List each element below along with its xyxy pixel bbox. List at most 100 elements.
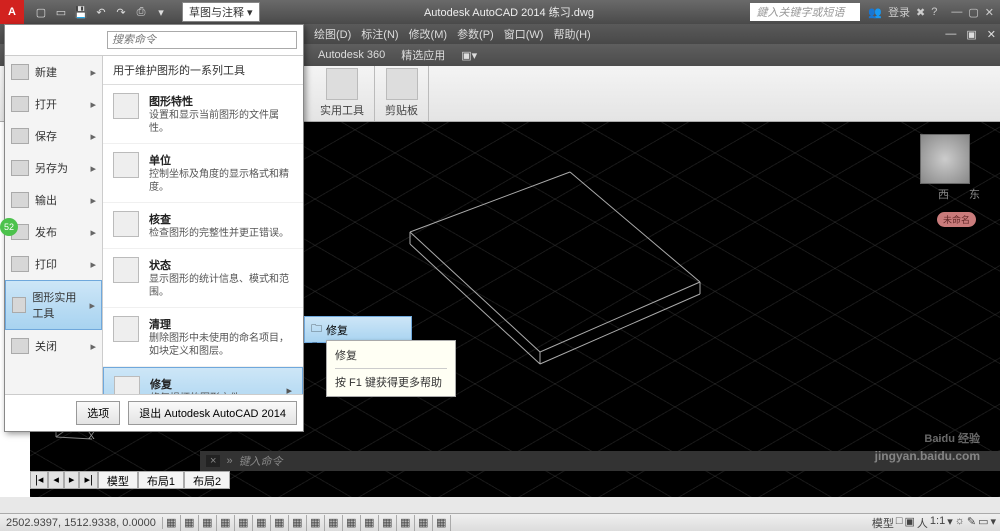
- app-menu-entry-0[interactable]: 图形特性设置和显示当前图形的文件属性。: [103, 85, 303, 144]
- status-toggle-14[interactable]: ▦: [415, 515, 433, 531]
- menu-window[interactable]: 窗口(W): [500, 26, 548, 42]
- qat-dropdown-icon[interactable]: ▾: [152, 3, 170, 21]
- status-right-4[interactable]: 1:1: [930, 515, 945, 531]
- tab-nav-next[interactable]: ▸: [64, 471, 80, 489]
- tab-layout2[interactable]: 布局2: [184, 471, 230, 489]
- tab-featured-apps[interactable]: 精选应用: [393, 47, 453, 63]
- status-toggle-9[interactable]: ▦: [325, 515, 343, 531]
- app-menu-item-8[interactable]: 关闭▸: [5, 330, 102, 362]
- help-search-input[interactable]: 鍵入关键字或短语: [750, 3, 860, 21]
- app-menu-entry-4[interactable]: 清理删除图形中未使用的命名项目，如块定义和图层。: [103, 308, 303, 367]
- status-toggle-6[interactable]: ▦: [271, 515, 289, 531]
- ribbon-group-utilities[interactable]: 实用工具: [310, 66, 375, 121]
- app-menu-item-0[interactable]: 新建▸: [5, 56, 102, 88]
- menu-item-label: 发布: [35, 224, 57, 240]
- menu-help[interactable]: 帮助(H): [549, 26, 594, 42]
- app-menu-item-6[interactable]: 打印▸: [5, 248, 102, 280]
- status-toggle-15[interactable]: ▦: [433, 515, 451, 531]
- compass-west[interactable]: 西: [938, 186, 949, 202]
- status-right-5[interactable]: ▾: [947, 515, 953, 531]
- menu-parametric[interactable]: 参数(P): [453, 26, 498, 42]
- status-right-2[interactable]: ▣: [905, 515, 915, 531]
- app-menu-item-7[interactable]: 图形实用工具▸: [5, 280, 102, 330]
- app-menu-entry-5[interactable]: 修复修复损坏的图形文件。▸: [103, 367, 303, 394]
- doc-restore-icon[interactable]: ▣: [962, 28, 980, 41]
- qat-open-icon[interactable]: ▭: [52, 3, 70, 21]
- status-toggle-7[interactable]: ▦: [289, 515, 307, 531]
- cmdline-close-icon[interactable]: ×: [206, 455, 220, 467]
- maximize-button[interactable]: ▢: [968, 6, 978, 19]
- submenu-more-icon[interactable]: 🗀: [312, 338, 323, 357]
- exit-button[interactable]: 退出 Autodesk AutoCAD 2014: [128, 401, 297, 425]
- qat-redo-icon[interactable]: ↷: [112, 3, 130, 21]
- notification-badge[interactable]: 52: [0, 218, 18, 236]
- status-toggles: ▦▦▦▦▦▦▦▦▦▦▦▦▦▦▦▦: [163, 515, 451, 531]
- ribbon-group-clipboard[interactable]: 剪贴板: [375, 66, 429, 121]
- menu-item-icon: [11, 160, 29, 176]
- status-right-8[interactable]: ▭: [978, 515, 988, 531]
- workspace-selector[interactable]: 草图与注释 ▾: [182, 2, 260, 22]
- tab-nav-prev[interactable]: ◂: [48, 471, 64, 489]
- menu-draw[interactable]: 绘图(D): [310, 26, 355, 42]
- doc-min-icon[interactable]: —: [941, 28, 960, 40]
- qat-undo-icon[interactable]: ↶: [92, 3, 110, 21]
- menu-dimension[interactable]: 标注(N): [357, 26, 402, 42]
- status-toggle-2[interactable]: ▦: [199, 515, 217, 531]
- tab-layout1[interactable]: 布局1: [138, 471, 184, 489]
- menu-modify[interactable]: 修改(M): [405, 26, 452, 42]
- status-right-7[interactable]: ✎: [967, 515, 976, 531]
- user-signin[interactable]: 登录: [888, 4, 910, 20]
- minimize-button[interactable]: —: [951, 6, 962, 19]
- tab-model[interactable]: 模型: [98, 471, 138, 489]
- tooltip: 修复 按 F1 键获得更多帮助: [326, 340, 456, 397]
- app-menu-item-5[interactable]: 发布▸: [5, 216, 102, 248]
- qat-save-icon[interactable]: 💾: [72, 3, 90, 21]
- app-menu-item-1[interactable]: 打开▸: [5, 88, 102, 120]
- tab-expand-icon[interactable]: ▣▾: [453, 49, 485, 62]
- window-title: Autodesk AutoCAD 2014 练习.dwg: [268, 4, 751, 20]
- app-menu-item-3[interactable]: 另存为▸: [5, 152, 102, 184]
- status-toggle-5[interactable]: ▦: [253, 515, 271, 531]
- status-toggle-8[interactable]: ▦: [307, 515, 325, 531]
- status-toggle-0[interactable]: ▦: [163, 515, 181, 531]
- menu-item-icon: [11, 192, 29, 208]
- qat-new-icon[interactable]: ▢: [32, 3, 50, 21]
- status-right-1[interactable]: □: [896, 515, 903, 531]
- status-toggle-1[interactable]: ▦: [181, 515, 199, 531]
- app-menu-entry-2[interactable]: 核查检查图形的完整性并更正错误。: [103, 203, 303, 249]
- app-menu-entry-3[interactable]: 状态显示图形的统计信息、模式和范围。: [103, 249, 303, 308]
- status-right-0[interactable]: 模型: [872, 515, 894, 531]
- cmdline-arrow-icon[interactable]: »: [226, 455, 232, 467]
- compass-east[interactable]: 东: [969, 186, 980, 202]
- exchange-icon[interactable]: ✖: [916, 6, 925, 19]
- status-right-3[interactable]: 人: [917, 515, 928, 531]
- entry-title: 修复: [150, 376, 250, 392]
- status-toggle-12[interactable]: ▦: [379, 515, 397, 531]
- app-logo[interactable]: A: [0, 0, 24, 24]
- viewcube[interactable]: [920, 134, 970, 184]
- close-button[interactable]: ✕: [985, 6, 994, 19]
- status-toggle-13[interactable]: ▦: [397, 515, 415, 531]
- tab-nav-first[interactable]: |◂: [30, 471, 48, 489]
- doc-close-icon[interactable]: ✕: [983, 28, 1000, 41]
- unnamed-view-pill[interactable]: 未命名: [937, 212, 976, 227]
- tab-nav-last[interactable]: ▸|: [79, 471, 97, 489]
- menu-item-label: 图形实用工具: [32, 289, 83, 321]
- app-menu-item-4[interactable]: 输出▸: [5, 184, 102, 216]
- tab-autodesk360[interactable]: Autodesk 360: [310, 49, 393, 61]
- status-right-9[interactable]: ▾: [990, 515, 996, 531]
- infocenter-icon[interactable]: 👥: [868, 6, 882, 19]
- qat-print-icon[interactable]: ⎙: [132, 3, 150, 21]
- help-icon[interactable]: ?: [931, 6, 937, 18]
- menu-item-icon: [11, 128, 29, 144]
- app-menu-search-input[interactable]: [107, 31, 297, 49]
- status-toggle-4[interactable]: ▦: [235, 515, 253, 531]
- app-menu-item-2[interactable]: 保存▸: [5, 120, 102, 152]
- app-menu-entry-1[interactable]: 单位控制坐标及角度的显示格式和精度。: [103, 144, 303, 203]
- options-button[interactable]: 选项: [76, 401, 120, 425]
- app-menu-search-row: [5, 25, 303, 56]
- status-toggle-3[interactable]: ▦: [217, 515, 235, 531]
- status-toggle-10[interactable]: ▦: [343, 515, 361, 531]
- status-right-6[interactable]: ☼: [955, 515, 965, 531]
- status-toggle-11[interactable]: ▦: [361, 515, 379, 531]
